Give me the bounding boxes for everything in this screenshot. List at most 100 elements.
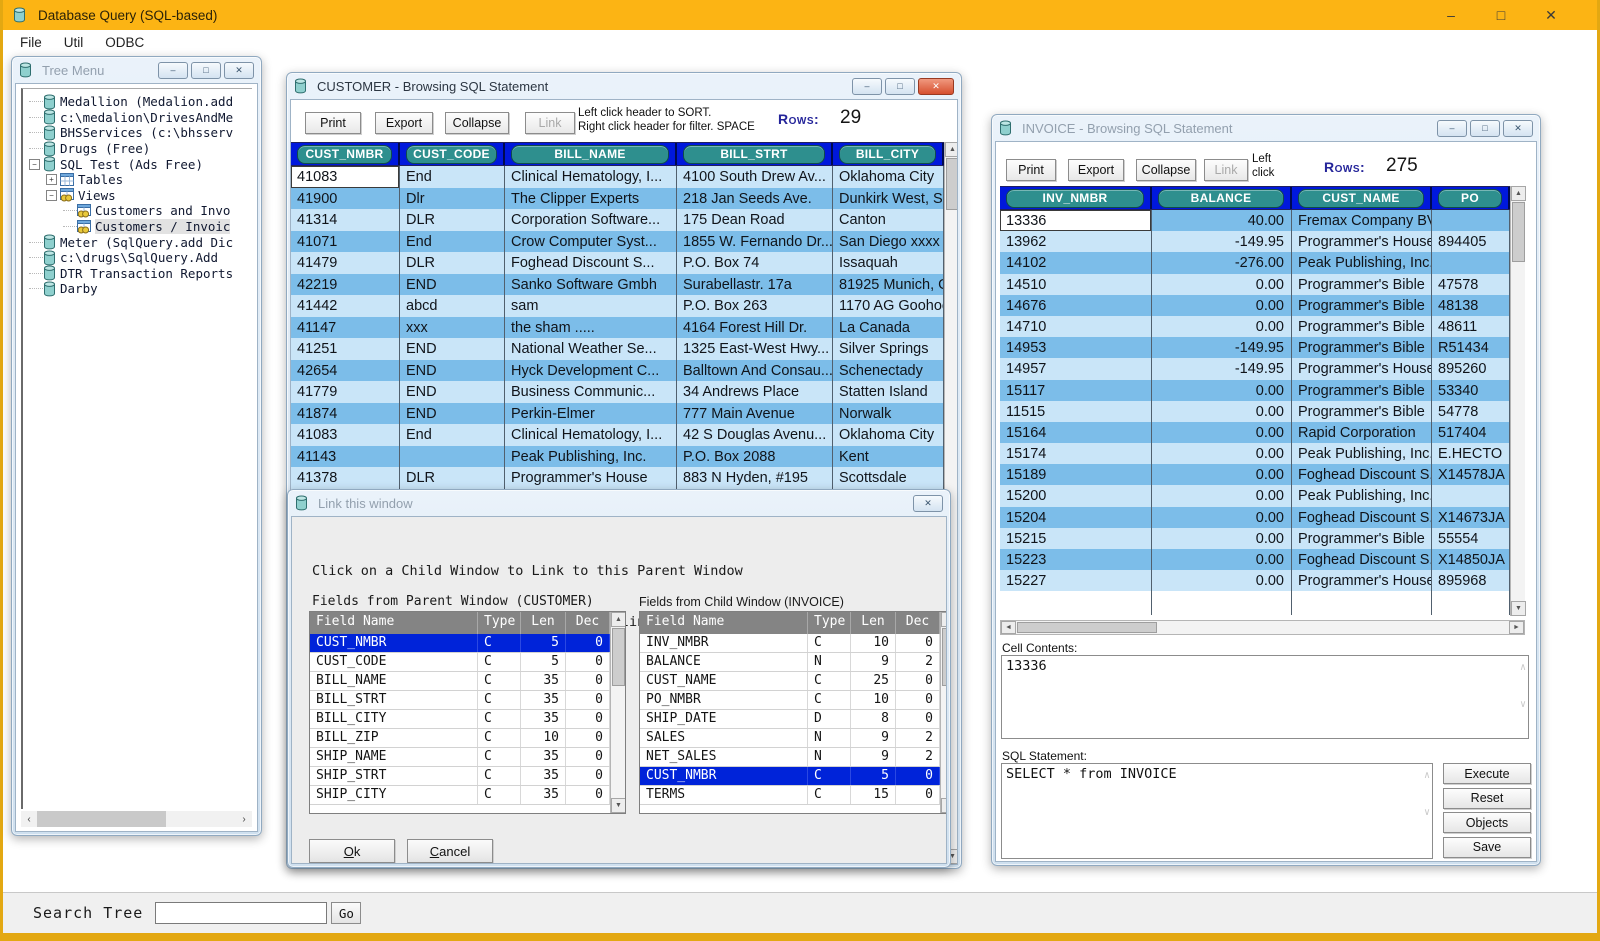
minimize-button[interactable]: – (158, 62, 188, 79)
table-cell[interactable]: 15117 (1000, 380, 1152, 401)
table-cell[interactable]: Corporation Software... (505, 209, 677, 231)
table-cell[interactable]: 48611 (1432, 316, 1510, 337)
table-cell[interactable]: Clinical Hematology, I... (505, 166, 677, 188)
table-cell[interactable]: 175 Dean Road (677, 209, 833, 231)
tree-item[interactable]: −Views (23, 188, 252, 204)
table-cell[interactable]: Programmer's House (1292, 231, 1432, 252)
table-cell[interactable]: Silver Springs (833, 338, 944, 360)
table-cell[interactable]: 14510 (1000, 274, 1152, 295)
table-cell[interactable]: 0.00 (1152, 549, 1292, 570)
table-row[interactable]: 152270.00Programmer's House895968 (1000, 570, 1510, 591)
table-row[interactable]: 41900DlrThe Clipper Experts218 Jan Seeds… (291, 188, 944, 210)
table-cell[interactable]: Programmer's House (505, 467, 677, 489)
table-cell[interactable]: 41251 (291, 338, 400, 360)
table-row[interactable]: 42219ENDSanko Software GmbhSurabellastr.… (291, 274, 944, 296)
field-row[interactable]: CUST_NAMEC250 (640, 672, 947, 691)
field-row[interactable]: INV_NMBRC100 (640, 634, 947, 653)
table-row[interactable]: 14957-149.95Programmer's House895260 (1000, 358, 1510, 379)
table-cell[interactable]: 4164 Forest Hill Dr. (677, 317, 833, 339)
field-table-header[interactable]: Field NameTypeLenDec (640, 612, 947, 634)
customer-column-header-bill_name[interactable]: BILL_NAME (505, 143, 677, 165)
scroll-up-icon[interactable]: ▲ (1511, 186, 1526, 201)
table-cell[interactable]: 15164 (1000, 422, 1152, 443)
table-cell[interactable]: 777 Main Avenue (677, 403, 833, 425)
table-cell[interactable]: 14953 (1000, 337, 1152, 358)
table-cell[interactable]: Foghead Discount S... (505, 252, 677, 274)
table-cell[interactable]: END (400, 360, 505, 382)
table-cell[interactable]: 0.00 (1152, 443, 1292, 464)
table-cell[interactable]: 1325 East-West Hwy... (677, 338, 833, 360)
cell-contents-field[interactable]: 13336 ∧ ∨ (1001, 655, 1529, 739)
table-cell[interactable]: 53340 (1432, 380, 1510, 401)
table-cell[interactable]: 15227 (1000, 570, 1152, 591)
scroll-up-icon[interactable]: ▲ (945, 142, 958, 157)
table-row[interactable]: 145100.00Programmer's Bible47578 (1000, 274, 1510, 295)
table-cell[interactable]: 0.00 (1152, 295, 1292, 316)
table-cell[interactable]: -149.95 (1152, 231, 1292, 252)
table-cell[interactable]: 41874 (291, 403, 400, 425)
collapse-icon[interactable]: − (29, 159, 40, 170)
table-cell[interactable] (400, 446, 505, 468)
go-button[interactable]: Go (331, 902, 361, 924)
invoice-horizontal-scrollbar[interactable]: ◄ ► (1000, 620, 1525, 635)
table-cell[interactable]: Issaquah (833, 252, 944, 274)
table-cell[interactable]: Programmer's Bible (1292, 401, 1432, 422)
table-cell[interactable]: Peak Publishing, Inc. (1292, 443, 1432, 464)
menu-item-util[interactable]: Util (55, 33, 93, 52)
tree-window-titlebar[interactable]: Tree Menu – □ ✕ (12, 57, 261, 83)
table-cell[interactable]: Norwalk (833, 403, 944, 425)
table-cell[interactable]: End (400, 166, 505, 188)
table-cell[interactable]: 14710 (1000, 316, 1152, 337)
field-row[interactable]: SHIP_NAMEC350 (310, 748, 625, 767)
field-column-header[interactable]: Field Name (640, 612, 808, 634)
table-cell[interactable]: 55554 (1432, 528, 1510, 549)
chevron-up-icon[interactable]: ∧ (1424, 770, 1430, 781)
scroll-right-icon[interactable]: ► (1509, 621, 1524, 634)
table-cell[interactable]: 0.00 (1152, 507, 1292, 528)
table-cell[interactable]: 41071 (291, 231, 400, 253)
table-cell[interactable]: Fremax Company BV (1292, 210, 1432, 231)
sql-statement-field[interactable]: SELECT * from INVOICE ∧ ∨ (1001, 763, 1433, 859)
invoice-column-header-po[interactable]: PO (1432, 187, 1510, 209)
scroll-down-icon[interactable]: ▼ (611, 798, 626, 813)
customer-print-button[interactable]: Print (305, 112, 361, 134)
table-cell[interactable]: 4100 South Drew Av... (677, 166, 833, 188)
table-row[interactable]: 14953-149.95Programmer's BibleR51434 (1000, 337, 1510, 358)
table-cell[interactable]: 517404 (1432, 422, 1510, 443)
table-row[interactable]: 41779ENDBusiness Communic...34 Andrews P… (291, 381, 944, 403)
field-column-header[interactable]: Len (521, 612, 566, 634)
search-tree-input[interactable] (155, 902, 327, 924)
table-cell[interactable]: Programmer's Bible (1292, 337, 1432, 358)
customer-link-button[interactable]: Link (525, 112, 575, 134)
table-cell[interactable]: 895260 (1432, 358, 1510, 379)
table-cell[interactable]: 41083 (291, 424, 400, 446)
table-cell[interactable]: X14673JA (1432, 507, 1510, 528)
table-cell[interactable]: 0.00 (1152, 316, 1292, 337)
table-row[interactable]: 152040.00Foghead Discount S...X14673JA (1000, 507, 1510, 528)
field-table-scrollbar[interactable]: ▲▼ (610, 612, 625, 813)
table-cell[interactable]: Surabellastr. 17a (677, 274, 833, 296)
close-button[interactable]: ✕ (913, 495, 943, 512)
table-cell[interactable]: 14676 (1000, 295, 1152, 316)
scrollbar-thumb[interactable] (1512, 202, 1525, 262)
table-cell[interactable]: abcd (400, 295, 505, 317)
table-cell[interactable]: sam (505, 295, 677, 317)
table-cell[interactable]: DLR (400, 209, 505, 231)
tree-item[interactable]: Medallion (Medalion.add (23, 94, 252, 110)
table-row[interactable]: 151740.00Peak Publishing, Inc.E.HECTO (1000, 443, 1510, 464)
table-cell[interactable]: The Clipper Experts (505, 188, 677, 210)
field-row[interactable]: CUST_CODEC50 (310, 653, 625, 672)
table-cell[interactable]: 41479 (291, 252, 400, 274)
maximize-button[interactable]: □ (191, 62, 221, 79)
scroll-left-icon[interactable]: ‹ (21, 811, 37, 827)
table-cell[interactable]: 48138 (1432, 295, 1510, 316)
close-button[interactable]: ✕ (918, 78, 954, 95)
table-cell[interactable]: 41442 (291, 295, 400, 317)
save-button[interactable]: Save (1443, 837, 1531, 858)
scroll-down-icon[interactable]: ▼ (941, 798, 947, 813)
scrollbar-thumb[interactable] (1017, 622, 1157, 633)
table-cell[interactable]: 14102 (1000, 252, 1152, 273)
invoice-column-header-cust_name[interactable]: CUST_NAME (1292, 187, 1432, 209)
table-cell[interactable]: La Canada (833, 317, 944, 339)
table-cell[interactable]: Clinical Hematology, I... (505, 424, 677, 446)
